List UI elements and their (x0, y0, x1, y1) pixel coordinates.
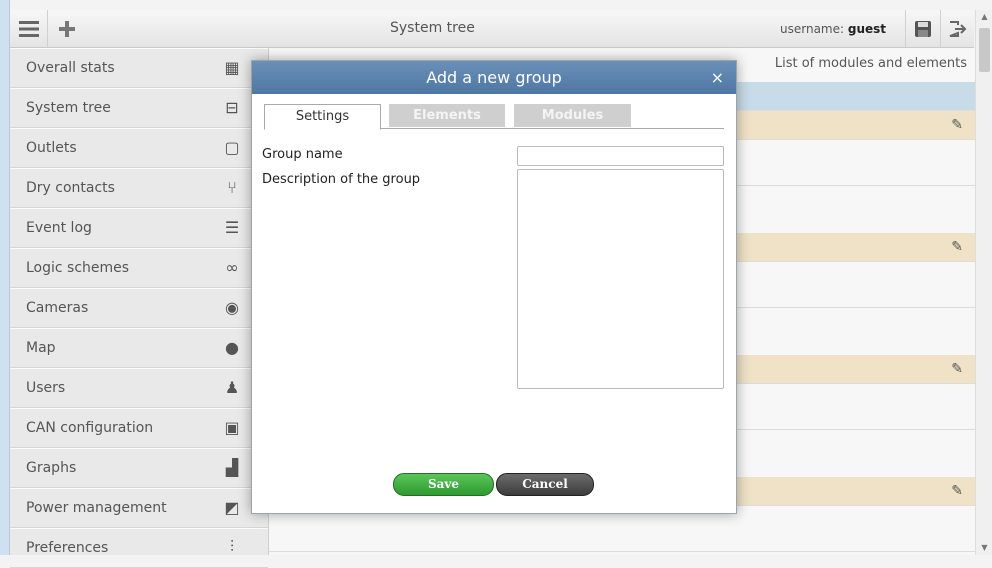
save-button[interactable]: Save (393, 473, 494, 496)
sidebar-item-label: Outlets (26, 140, 77, 156)
user-prefix: username: (780, 22, 848, 36)
tree-icon: ⊟ (225, 97, 239, 117)
sidebar-item-label: Logic schemes (26, 260, 130, 276)
sliders-icon: ⫶ (229, 537, 234, 556)
add-icon[interactable] (47, 10, 85, 47)
sidebar-item-preferences[interactable]: Preferences ⫶ (10, 528, 268, 568)
sidebar-item-power-management[interactable]: Power management ◩ (10, 488, 268, 528)
sidebar-item-label: Power management (26, 500, 167, 516)
tab-modules[interactable]: Modules (514, 104, 631, 127)
scroll-thumb[interactable] (979, 28, 990, 72)
add-group-dialog: Add a new group × Settings Elements Modu… (251, 60, 737, 514)
sidebar-item-label: Users (26, 380, 66, 396)
floppy-disk-icon[interactable] (905, 10, 940, 47)
user-info: username: guest (780, 22, 886, 36)
dialog-header: Add a new group × (252, 61, 736, 94)
sidebar: Overall stats ▦ System tree ⊟ Outlets ▢ Dry… (10, 48, 269, 568)
group-name-input[interactable] (517, 146, 724, 166)
sidebar-item-logic-schemes[interactable]: Logic schemes ∞ (10, 248, 268, 288)
pencil-icon[interactable]: ✎ (951, 361, 963, 377)
menu-icon[interactable] (10, 10, 47, 47)
sidebar-item-map[interactable]: Map ● (10, 328, 268, 368)
sidebar-item-label: Dry contacts (26, 180, 115, 196)
list-icon: ☰ (224, 217, 240, 237)
sidebar-item-can-configuration[interactable]: CAN configuration ▣ (10, 408, 268, 448)
pencil-icon[interactable]: ✎ (951, 239, 963, 255)
dialog-title: Add a new group (426, 68, 562, 87)
dialog-tabs: Settings Elements Modules (264, 104, 724, 130)
can-icon: ▣ (224, 417, 240, 437)
sidebar-item-cameras[interactable]: Cameras ◉ (10, 288, 268, 328)
scroll-up-icon[interactable]: ▲ (976, 10, 992, 24)
top-bar: System tree username: guest (10, 10, 974, 48)
sidebar-item-label: Event log (26, 220, 92, 236)
pencil-icon[interactable]: ✎ (951, 117, 963, 133)
sidebar-item-system-tree[interactable]: System tree ⊟ (10, 88, 268, 128)
eye-icon: ◉ (225, 297, 239, 317)
sidebar-item-label: Cameras (26, 300, 89, 316)
description-label: Description of the group (262, 172, 421, 187)
sidebar-item-label: System tree (26, 100, 111, 116)
sidebar-item-overall-stats[interactable]: Overall stats ▦ (10, 48, 268, 88)
description-textarea[interactable] (517, 169, 724, 389)
pencil-icon[interactable]: ✎ (951, 483, 963, 499)
sidebar-item-outlets[interactable]: Outlets ▢ (10, 128, 268, 168)
sidebar-item-label: Preferences (26, 540, 109, 556)
scroll-down-icon[interactable]: ▼ (976, 541, 992, 555)
page-title: System tree (390, 20, 475, 36)
list-title: List of modules and elements (774, 56, 967, 71)
sidebar-item-dry-contacts[interactable]: Dry contacts ⑂ (10, 168, 268, 208)
map-pin-icon: ● (225, 337, 239, 357)
grid-icon: ▦ (224, 57, 240, 77)
power-icon: ◩ (224, 497, 240, 517)
scrollbar[interactable]: ▲ ▼ (975, 10, 992, 555)
sidebar-item-graphs[interactable]: Graphs ▟ (10, 448, 268, 488)
group-name-label: Group name (262, 147, 343, 162)
link-icon: ∞ (225, 257, 239, 277)
sidebar-item-event-log[interactable]: Event log ☰ (10, 208, 268, 248)
sidebar-item-label: Map (26, 340, 56, 356)
window-edge (0, 0, 10, 555)
user-name: guest (847, 22, 887, 36)
tab-elements[interactable]: Elements (389, 104, 505, 127)
logout-icon[interactable] (940, 10, 975, 47)
close-icon[interactable]: × (711, 61, 724, 94)
sidebar-item-users[interactable]: Users ♟ (10, 368, 268, 408)
sidebar-item-label: CAN configuration (26, 420, 154, 436)
sidebar-item-label: Overall stats (26, 60, 115, 76)
tab-settings[interactable]: Settings (264, 104, 381, 130)
switch-icon: ⑂ (227, 177, 237, 197)
bar-chart-icon: ▟ (225, 457, 239, 477)
cancel-button[interactable]: Cancel (496, 473, 594, 496)
outlet-icon: ▢ (224, 137, 240, 157)
users-icon: ♟ (224, 377, 240, 397)
sidebar-item-label: Graphs (26, 460, 77, 476)
